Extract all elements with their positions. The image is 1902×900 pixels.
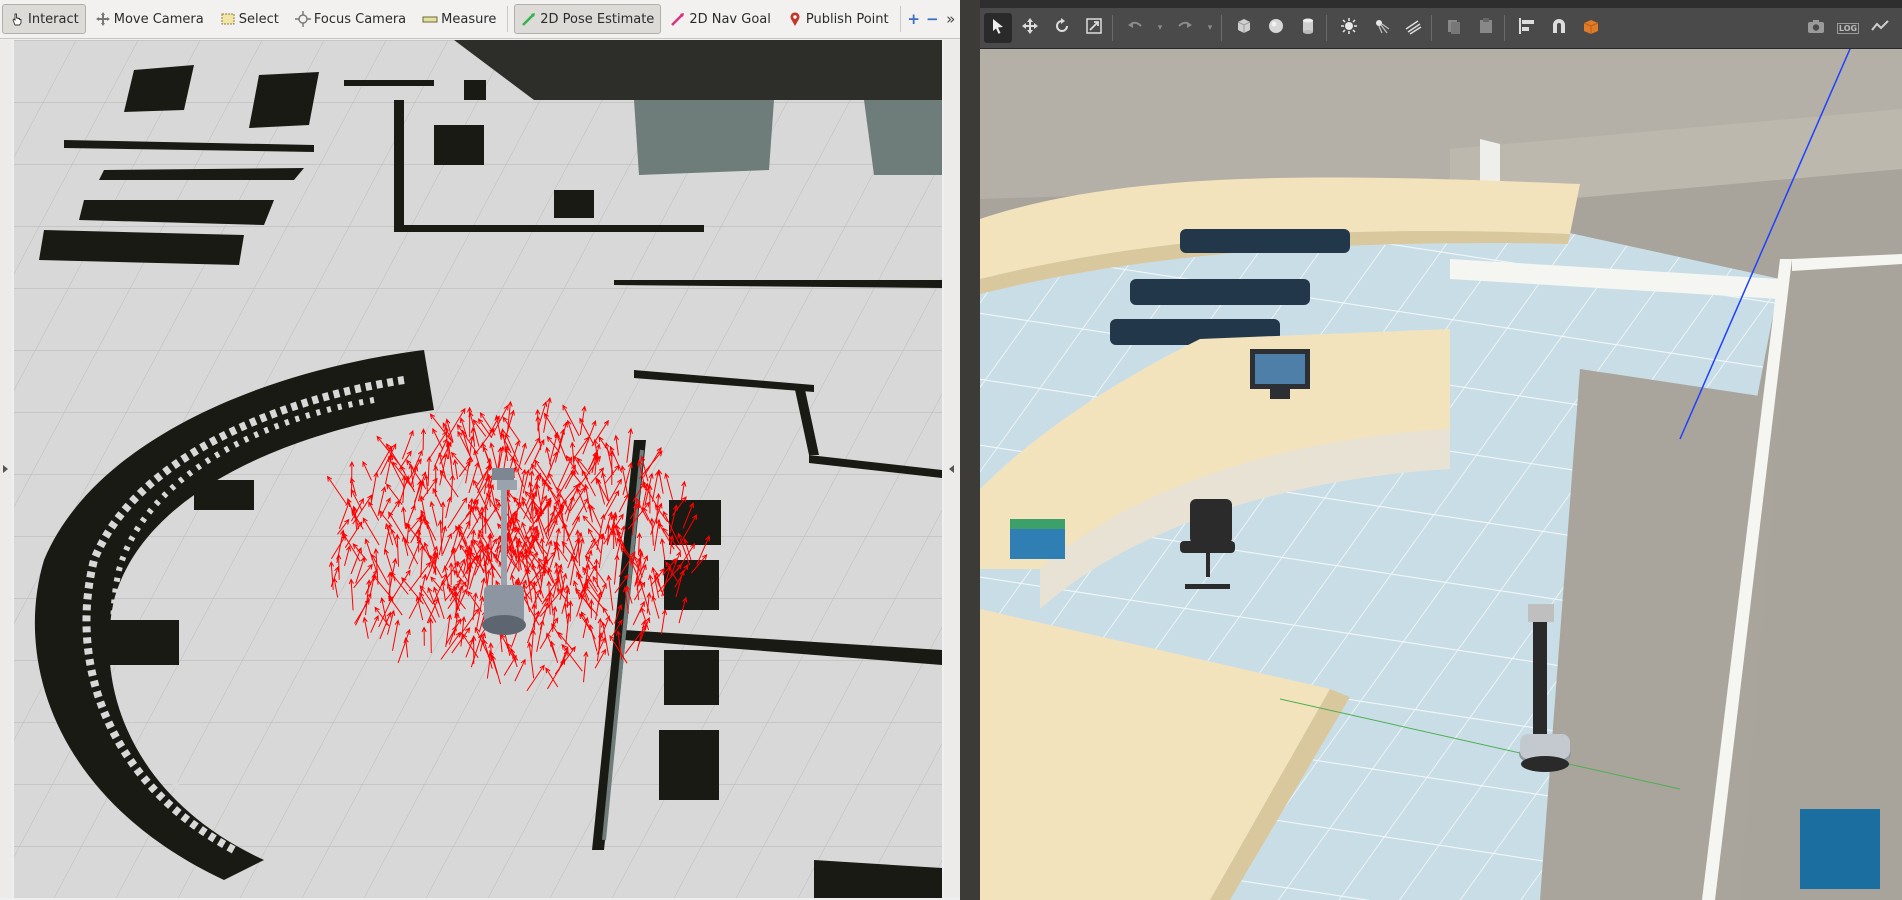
magnet-icon <box>1550 17 1568 39</box>
sun-icon <box>1340 17 1358 39</box>
camera-icon <box>1807 17 1825 39</box>
view-cube-icon <box>1582 17 1600 39</box>
cylinder-icon <box>1299 17 1317 39</box>
redo-icon <box>1176 17 1194 39</box>
box-shape-button[interactable] <box>1230 13 1258 43</box>
measure-tool-label: Measure <box>441 11 497 27</box>
toolbar-separator <box>1431 15 1432 41</box>
focus-camera-tool-label: Focus Camera <box>313 11 407 27</box>
spot-light-icon <box>1372 17 1390 39</box>
sphere-shape-button[interactable] <box>1262 13 1290 43</box>
nav-goal-tool-button[interactable]: 2D Nav Goal <box>663 4 778 34</box>
rotate-mode-button[interactable] <box>1048 13 1076 43</box>
align-button[interactable] <box>1513 13 1541 43</box>
remove-tool-button[interactable]: − <box>923 6 942 32</box>
redo-button[interactable] <box>1171 13 1199 43</box>
cursor-arrow-icon <box>990 18 1006 38</box>
ruler-icon <box>422 11 438 27</box>
focus-target-icon <box>294 11 311 27</box>
focus-camera-tool-button[interactable]: Focus Camera <box>288 4 413 34</box>
screenshot-button[interactable] <box>1802 13 1830 43</box>
align-icon <box>1518 17 1536 39</box>
measure-tool-button[interactable]: Measure <box>415 4 503 34</box>
toolbar-overflow-button[interactable]: » <box>941 6 960 32</box>
log-button[interactable]: LOG <box>1834 13 1862 43</box>
map-pin-icon <box>787 11 803 27</box>
minus-icon: − <box>925 10 939 28</box>
right-panel-collapse-handle[interactable] <box>944 40 960 898</box>
toolbar-separator <box>1112 15 1113 41</box>
move-cross-icon <box>1021 17 1039 39</box>
plus-icon: + <box>907 10 920 28</box>
translate-mode-button[interactable] <box>1016 13 1044 43</box>
toolbar-separator <box>507 6 509 32</box>
hospital-scene-render <box>980 49 1902 900</box>
select-mode-button[interactable] <box>984 13 1012 43</box>
cylinder-shape-button[interactable] <box>1294 13 1322 43</box>
redo-history-dropdown[interactable]: ▾ <box>1203 13 1217 43</box>
green-arrow-icon <box>521 11 537 27</box>
undo-history-dropdown[interactable]: ▾ <box>1153 13 1167 43</box>
snap-button[interactable] <box>1545 13 1573 43</box>
spot-light-button[interactable] <box>1367 13 1395 43</box>
directional-light-icon <box>1404 17 1422 39</box>
interact-tool-button[interactable]: Interact <box>2 4 86 34</box>
gazebo-3d-scene[interactable] <box>980 49 1902 900</box>
scale-mode-button[interactable] <box>1080 13 1108 43</box>
toolbar-separator <box>1504 15 1505 41</box>
gazebo-window: ▾ ▾ LOG <box>980 0 1902 900</box>
paste-button[interactable] <box>1472 13 1500 43</box>
undo-button[interactable] <box>1121 13 1149 43</box>
expand-right-icon <box>949 465 954 473</box>
add-tool-button[interactable]: + <box>904 6 923 32</box>
toolbar-separator <box>1326 15 1327 41</box>
point-light-button[interactable] <box>1335 13 1363 43</box>
copy-button[interactable] <box>1440 13 1468 43</box>
overflow-chevron-icon: » <box>946 10 956 28</box>
visitor-chair <box>1800 809 1880 889</box>
select-tool-label: Select <box>238 11 279 27</box>
nav-goal-tool-label: 2D Nav Goal <box>689 11 771 27</box>
rotate-icon <box>1053 17 1071 39</box>
undo-icon <box>1126 17 1144 39</box>
rviz-window: Interact Move Camera Select Focus Camera… <box>0 0 960 900</box>
expand-left-icon <box>3 465 8 473</box>
occupancy-map-render <box>14 40 942 898</box>
toolbar-separator <box>1221 15 1222 41</box>
select-tool-button[interactable]: Select <box>213 4 286 34</box>
publish-point-tool-button[interactable]: Publish Point <box>780 4 896 34</box>
chevron-down-icon: ▾ <box>1207 23 1213 33</box>
log-icon: LOG <box>1836 22 1860 34</box>
paste-icon <box>1477 17 1495 39</box>
pose-estimate-tool-button[interactable]: 2D Pose Estimate <box>514 4 662 34</box>
sphere-icon <box>1267 17 1285 39</box>
move-camera-tool-button[interactable]: Move Camera <box>88 4 211 34</box>
rviz-tools-toolbar: Interact Move Camera Select Focus Camera… <box>0 0 960 39</box>
interact-tool-label: Interact <box>28 11 79 27</box>
move-camera-icon <box>95 11 111 27</box>
hand-pointer-icon <box>9 11 25 27</box>
select-box-icon <box>220 11 236 27</box>
plot-button[interactable] <box>1866 13 1894 43</box>
pose-estimate-tool-label: 2D Pose Estimate <box>540 11 655 27</box>
window-splitter[interactable] <box>960 0 980 900</box>
chevron-down-icon: ▾ <box>1157 23 1163 33</box>
plot-icon <box>1871 17 1889 39</box>
rviz-3d-viewport[interactable] <box>14 40 942 898</box>
change-view-button[interactable] <box>1577 13 1605 43</box>
pink-arrow-icon <box>670 11 686 27</box>
toolbar-separator <box>899 6 901 32</box>
scale-icon <box>1085 17 1103 39</box>
move-camera-tool-label: Move Camera <box>113 11 204 27</box>
directional-light-button[interactable] <box>1399 13 1427 43</box>
copy-icon <box>1445 17 1463 39</box>
gazebo-toolbar: ▾ ▾ LOG <box>980 8 1902 49</box>
left-panel-collapse-handle[interactable] <box>0 40 12 898</box>
box-icon <box>1235 17 1253 39</box>
publish-point-tool-label: Publish Point <box>805 11 889 27</box>
